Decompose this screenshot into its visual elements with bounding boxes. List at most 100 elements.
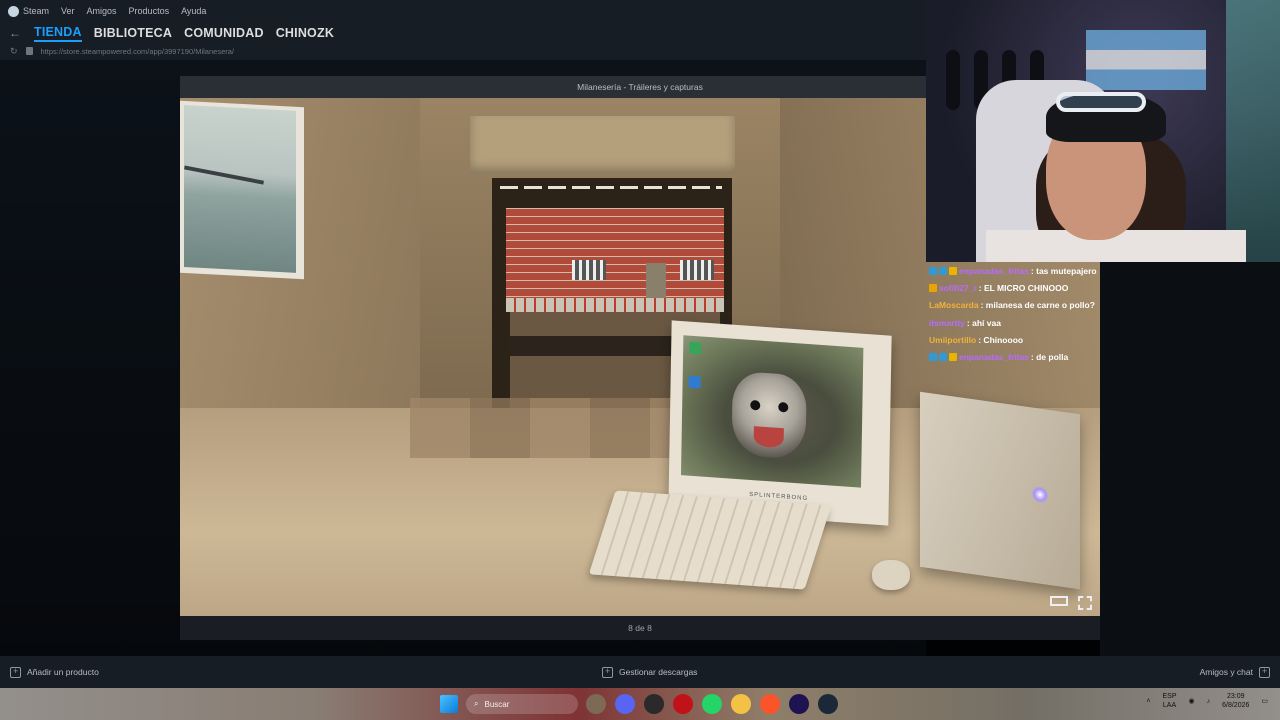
- menu-productos[interactable]: Productos: [129, 6, 170, 16]
- chat-message-text: : tas mutepajero: [1030, 265, 1097, 276]
- scene-pc-tower: [920, 391, 1080, 590]
- nav-bar: ← → TIENDA BIBLIOTECA COMUNIDAD CHINOZK: [0, 22, 1100, 678]
- dog-mouth: [753, 426, 784, 449]
- notifications-icon[interactable]: ▭: [1261, 697, 1268, 705]
- scene-dog-wallpaper: [731, 370, 807, 460]
- back-arrow-icon[interactable]: ←: [8, 26, 22, 40]
- tray-chevron-icon[interactable]: ˄: [1146, 698, 1150, 705]
- chat-username[interactable]: itsmartty: [929, 318, 965, 328]
- tab-tienda[interactable]: TIENDA: [34, 25, 82, 42]
- clock-date: 6/8/2026: [1222, 702, 1250, 709]
- brave-icon[interactable]: [760, 694, 780, 714]
- language-code: ESP: [1162, 693, 1177, 700]
- chat-message-text: : milanesa de carne o pollo?: [980, 300, 1095, 311]
- scene-keyboard: [588, 490, 832, 590]
- webcam-flag: [1086, 30, 1206, 90]
- stream-chat: enpanadas_fritas: tas mutepajero sofifi27…: [926, 262, 1126, 362]
- chat-username[interactable]: sofifi27_r: [939, 283, 977, 293]
- desktop-icon: [689, 341, 702, 355]
- scene-monitor: SPLINTERBONG: [668, 320, 892, 526]
- image-counter: 8 de 8: [180, 616, 1100, 640]
- chat-message-text: : ahí vaa: [966, 317, 1001, 328]
- clock-time: 23:09: [1226, 693, 1245, 700]
- chat-message-text: : de polla: [1030, 352, 1069, 363]
- discord-icon[interactable]: [615, 694, 635, 714]
- scene-window: [680, 260, 714, 280]
- search-placeholder: Buscar: [484, 699, 510, 709]
- fullscreen-icon[interactable]: [1078, 596, 1092, 610]
- keyboard-layout: LAA: [1162, 702, 1177, 709]
- tab-profile[interactable]: CHINOZK: [276, 26, 334, 40]
- downloads-icon: [602, 666, 613, 678]
- steam-icon[interactable]: [818, 694, 838, 714]
- chat-message: Umiiportillo: Chinoooo: [926, 331, 1126, 348]
- webcam-lights: [1226, 0, 1280, 262]
- scene-monitor-screen: [680, 335, 864, 488]
- url-bar: ↻ https://store.steampowered.com/app/399…: [0, 44, 926, 58]
- whatsapp-icon[interactable]: [702, 694, 722, 714]
- manage-downloads-button[interactable]: Gestionar descargas: [602, 666, 698, 678]
- obs-icon[interactable]: [644, 694, 664, 714]
- folder-icon[interactable]: [731, 694, 751, 714]
- add-icon: [10, 666, 21, 678]
- scene-painting-canvas: [184, 104, 296, 273]
- clock[interactable]: 23:09 6/8/2026: [1222, 692, 1249, 710]
- chat-username[interactable]: enpanadas_fritas: [959, 352, 1029, 362]
- lock-icon: [25, 47, 33, 55]
- netflix-icon[interactable]: [673, 694, 693, 714]
- add-product-button[interactable]: Añadir un producto: [10, 666, 99, 678]
- chat-message: enpanadas_fritas: tas mutepajero: [926, 262, 1126, 279]
- menu-steam[interactable]: Steam: [8, 5, 50, 17]
- dog-eye: [778, 401, 789, 413]
- steam-status-bar: Añadir un producto Gestionar descargas A…: [0, 656, 1280, 688]
- webcam-overlay: [926, 0, 1280, 262]
- friends-chat-button[interactable]: Amigos y chat: [1200, 666, 1270, 678]
- menu-ayuda[interactable]: Ayuda: [181, 6, 206, 16]
- chat-badge-icon: [939, 266, 947, 275]
- chat-message: enpanadas_fritas: de polla: [926, 348, 1126, 365]
- scene-power-light: [1032, 485, 1048, 504]
- chat-message: sofifi27_r: EL MICRO CHINOOO: [926, 279, 1126, 296]
- windows-start-icon[interactable]: [440, 695, 458, 713]
- theater-mode-icon[interactable]: [1050, 596, 1068, 606]
- tab-biblioteca[interactable]: BIBLIOTECA: [94, 26, 172, 40]
- menu-amigos[interactable]: Amigos: [87, 6, 117, 16]
- chat-badge-icon: [929, 266, 937, 275]
- file-app-icon[interactable]: [586, 694, 606, 714]
- taskbar-search[interactable]: ⌕ Buscar: [466, 694, 578, 714]
- chat-badge-icon: [949, 266, 957, 275]
- scene-brick-building: [506, 208, 724, 312]
- menu-ver[interactable]: Ver: [61, 6, 75, 16]
- chat-message-text: : Chinoooo: [978, 334, 1024, 345]
- chat-username[interactable]: LaMoscarda: [929, 300, 979, 310]
- add-product-label: Añadir un producto: [27, 667, 99, 677]
- chat-message: LaMoscarda: milanesa de carne o pollo?: [926, 297, 1126, 314]
- taskbar-apps: [586, 694, 838, 714]
- menu-steam-label: Steam: [23, 6, 50, 16]
- screen: Steam Ver Amigos Productos Ayuda ← → TIE…: [0, 0, 1280, 720]
- volume-icon[interactable]: ♪: [1207, 698, 1211, 705]
- refresh-icon[interactable]: ↻: [10, 46, 18, 57]
- scene-building-base: [506, 298, 724, 312]
- language-indicator[interactable]: ESP LAA: [1163, 692, 1177, 710]
- premiere-icon[interactable]: [789, 694, 809, 714]
- webcam-guitar: [946, 50, 960, 110]
- chat-badge-icon: [949, 353, 957, 362]
- chat-username[interactable]: Umiiportillo: [929, 335, 976, 345]
- manage-downloads-label: Gestionar descargas: [619, 667, 698, 677]
- url-text[interactable]: https://store.steampowered.com/app/39971…: [41, 47, 234, 56]
- friends-icon: [1259, 666, 1270, 678]
- desktop-icon: [688, 375, 701, 389]
- chat-badge-icon: [929, 283, 937, 292]
- scene-painting-bridge: [184, 165, 264, 185]
- scene-lintel: [470, 116, 735, 174]
- chat-message-text: : EL MICRO CHINOOO: [978, 282, 1069, 293]
- scene-window: [572, 260, 606, 280]
- chat-username[interactable]: enpanadas_fritas: [959, 266, 1029, 276]
- network-icon[interactable]: ◉: [1189, 697, 1195, 705]
- scene-painting: [180, 100, 304, 280]
- steam-logo-icon: [8, 5, 19, 17]
- chat-message: itsmartty: ahí vaa: [926, 314, 1126, 331]
- chat-badge-icon: [939, 353, 947, 362]
- tab-comunidad[interactable]: COMUNIDAD: [184, 26, 264, 40]
